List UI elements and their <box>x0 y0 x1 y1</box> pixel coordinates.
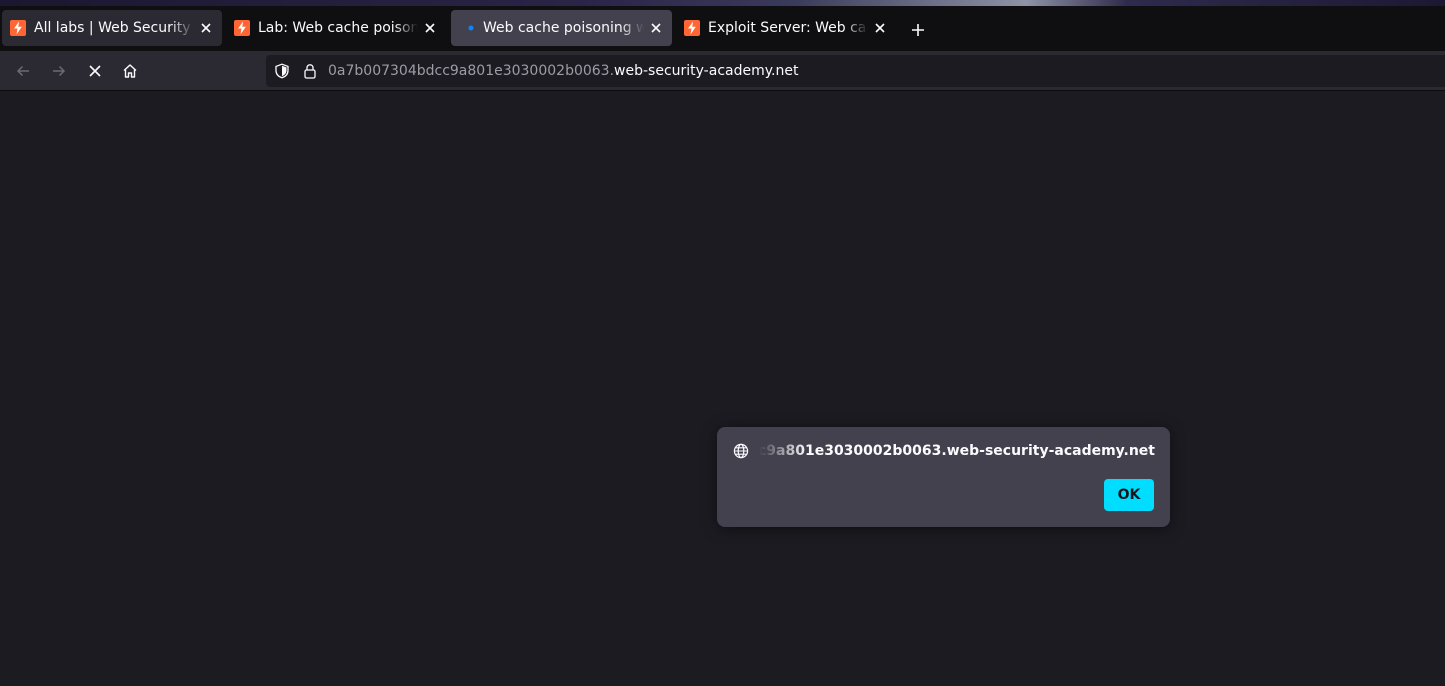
globe-icon <box>733 443 749 459</box>
tracking-protection-shield-icon[interactable] <box>274 63 290 79</box>
close-icon[interactable] <box>648 20 664 36</box>
close-icon[interactable] <box>422 20 438 36</box>
arrow-right-icon <box>53 65 66 77</box>
forward-button[interactable] <box>47 59 71 83</box>
close-icon[interactable] <box>872 20 888 36</box>
tab-web-cache-poisoning[interactable]: Web cache poisoning with an unkeyed head… <box>451 10 672 46</box>
ok-button[interactable]: OK <box>1104 479 1154 511</box>
close-icon <box>89 65 101 77</box>
portswigger-icon <box>10 20 26 36</box>
home-icon <box>123 64 137 78</box>
home-button[interactable] <box>118 59 142 83</box>
url-host-domain: web-security-academy.net <box>614 63 799 79</box>
alert-dialog: 0a7b007304bdcc9a801e3030002b0063.web-sec… <box>717 427 1170 527</box>
tab-all-labs[interactable]: All labs | Web Security Academy <box>2 10 222 46</box>
url-host-prefix: 0a7b007304bdcc9a801e3030002b0063. <box>328 63 615 79</box>
portswigger-icon <box>684 20 700 36</box>
navigation-toolbar: 0a7b007304bdcc9a801e3030002b0063.web-sec… <box>0 51 1445 91</box>
url-text[interactable]: 0a7b007304bdcc9a801e3030002b0063.web-sec… <box>328 63 798 79</box>
dialog-origin-text: 0a7b007304bdcc9a801e3030002b0063.web-sec… <box>759 443 1155 459</box>
url-bar[interactable]: 0a7b007304bdcc9a801e3030002b0063.web-sec… <box>266 55 1445 87</box>
back-button[interactable] <box>11 59 35 83</box>
dialog-origin: 0a7b007304bdcc9a801e3030002b0063.web-sec… <box>759 442 1155 462</box>
tab-title: Exploit Server: Web cache poisoning <box>708 20 868 36</box>
page-content <box>0 91 1445 686</box>
portswigger-icon <box>234 20 250 36</box>
tab-exploit-server[interactable]: Exploit Server: Web cache poisoning <box>676 10 896 46</box>
close-icon[interactable] <box>198 20 214 36</box>
new-tab-button[interactable] <box>906 18 930 42</box>
tab-title: Web cache poisoning with an unkeyed head… <box>483 20 644 36</box>
tab-strip: All labs | Web Security Academy Lab: Web… <box>0 6 1445 51</box>
tab-title: All labs | Web Security Academy <box>34 20 194 36</box>
stop-button[interactable] <box>83 59 107 83</box>
plus-icon <box>912 24 924 36</box>
loading-dot-icon <box>468 25 474 31</box>
tab-lab[interactable]: Lab: Web cache poisoning with an unkeyed… <box>226 10 446 46</box>
tab-title: Lab: Web cache poisoning with an unkeyed… <box>258 20 418 36</box>
arrow-left-icon <box>16 65 29 77</box>
lock-icon[interactable] <box>302 63 318 79</box>
